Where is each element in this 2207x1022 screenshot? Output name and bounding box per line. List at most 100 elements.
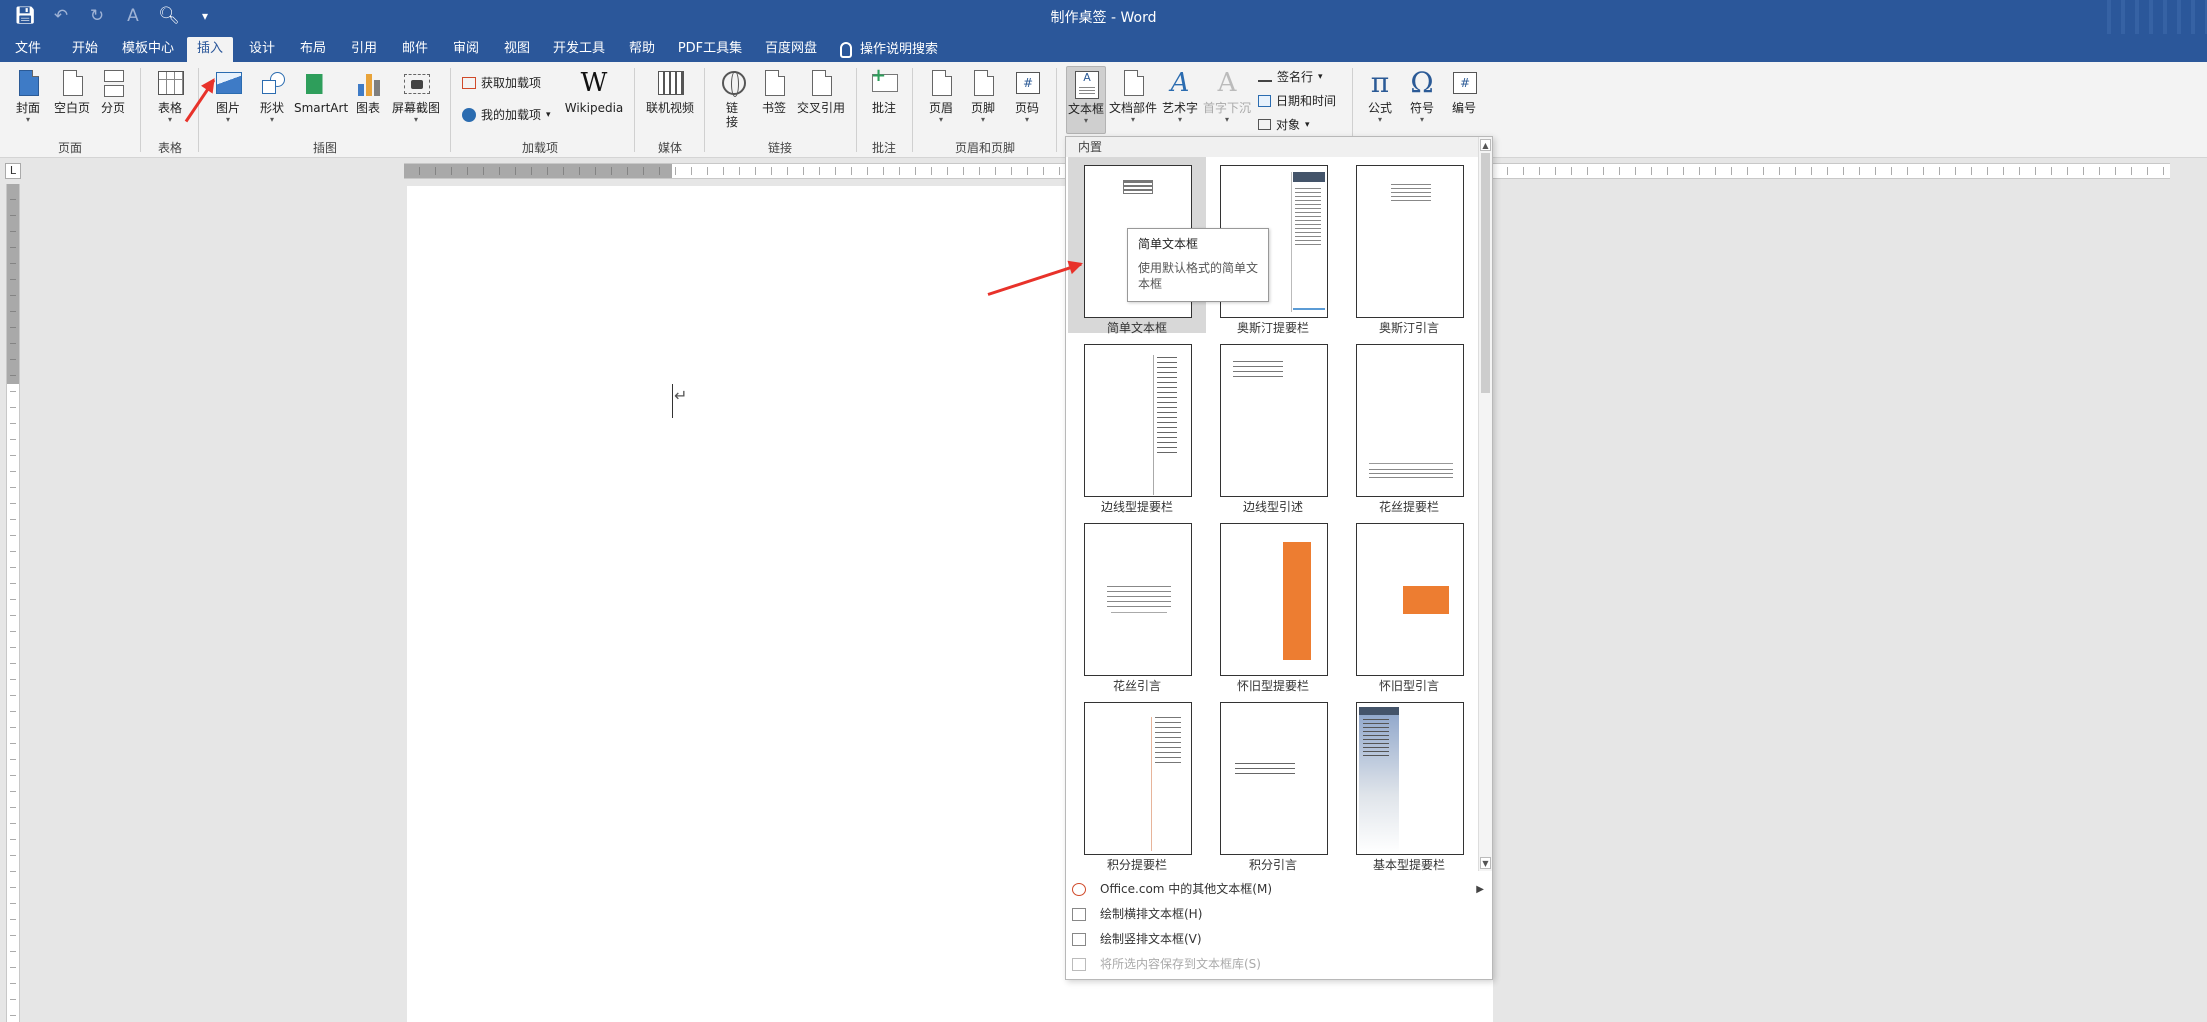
new-comment-button[interactable]: + 批注 [866, 67, 902, 115]
title-bar: 💾︎ ↶ ↻ A 🔍︎ ▾ 制作桌签 - Word [0, 0, 2207, 34]
gallery-item-filigree-quote[interactable]: 花丝引言 [1068, 515, 1206, 693]
numbering-button[interactable]: # 编号 [1446, 68, 1482, 115]
footer-button[interactable]: 页脚 ▾ [964, 68, 1002, 124]
blank-page-button[interactable]: 空白页 [50, 68, 94, 115]
drop-cap-icon: A [1217, 68, 1237, 98]
wordart-icon: A [1170, 68, 1190, 98]
drop-cap-button: A 首字下沉 ▾ [1202, 68, 1251, 124]
gallery-item-integral-quote[interactable]: 积分引言 [1204, 694, 1342, 872]
tab-developer[interactable]: 开发工具 [547, 37, 611, 62]
gallery-item-retro-sidebar[interactable]: 怀旧型提要栏 [1204, 515, 1342, 693]
tab-layout[interactable]: 布局 [291, 37, 335, 62]
store-icon [462, 76, 476, 89]
gallery-item-austin-quote[interactable]: 奥斯汀引言 [1340, 157, 1478, 335]
tab-design[interactable]: 设计 [240, 37, 284, 62]
chart-button[interactable]: 图表 [352, 68, 384, 115]
gallery-scrollbar[interactable]: ▲ ▼ [1478, 137, 1492, 871]
group-illustrations: 插图 [312, 141, 337, 155]
submenu-arrow-icon: ▶ [1476, 884, 1484, 895]
page-break-icon [104, 70, 124, 82]
vertical-textbox-icon [1072, 933, 1086, 946]
signature-line-button[interactable]: 签名行 ▾ [1258, 68, 1323, 85]
smartart-button[interactable]: SmartArt [294, 68, 348, 115]
date-time-button[interactable]: 日期和时间 [1258, 92, 1336, 109]
draw-vertical-textbox[interactable]: 绘制竖排文本框(V) [1066, 927, 1492, 952]
tab-file[interactable]: 文件 [8, 37, 48, 62]
symbol-button[interactable]: Ω 符号 ▾ [1404, 66, 1440, 125]
quick-parts-button[interactable]: 文档部件 ▾ [1108, 68, 1158, 124]
omega-icon: Ω [1410, 66, 1434, 99]
link-button[interactable]: 链 接 [714, 68, 750, 129]
cover-page-button[interactable]: 封面 ▾ [10, 68, 46, 124]
object-icon [1258, 119, 1271, 130]
online-video-button[interactable]: 联机视频 [644, 68, 696, 115]
get-addins-button[interactable]: 获取加载项 [462, 74, 541, 91]
tab-selector[interactable]: L [5, 163, 21, 179]
cover-page-icon [19, 70, 39, 96]
picture-icon [216, 72, 242, 94]
more-textboxes-office-com[interactable]: Office.com 中的其他文本框(M) ▶ [1066, 877, 1492, 902]
lightbulb-icon [840, 41, 852, 58]
ribbon-tabs: 文件 开始 模板中心 插入 设计 布局 引用 邮件 审阅 视图 开发工具 帮助 … [0, 34, 2207, 62]
gallery-item-filigree-sidebar[interactable]: 花丝提要栏 [1340, 336, 1478, 514]
save-selection-icon [1072, 958, 1086, 971]
tab-help[interactable]: 帮助 [618, 37, 666, 62]
gallery-item-integral-sidebar[interactable]: 积分提要栏 [1068, 694, 1206, 872]
tell-me-search[interactable]: 操作说明搜索 [840, 37, 938, 62]
calendar-icon [1258, 94, 1271, 107]
scroll-up-icon[interactable]: ▲ [1480, 139, 1491, 151]
header-button[interactable]: 页眉 ▾ [922, 68, 960, 124]
draw-horizontal-textbox[interactable]: 绘制横排文本框(H) [1066, 902, 1492, 927]
tab-pdf-tools[interactable]: PDF工具集 [674, 37, 746, 62]
quick-parts-icon [1124, 70, 1144, 96]
equation-button[interactable]: π 公式 ▾ [1362, 66, 1398, 125]
textbox-button[interactable]: A 文本框 ▾ [1066, 66, 1106, 134]
online-video-icon [658, 71, 684, 95]
tab-references[interactable]: 引用 [342, 37, 386, 62]
page-break-button[interactable]: 分页 [96, 68, 130, 115]
shapes-button[interactable]: 形状 ▾ [252, 68, 292, 124]
gallery-item-retro-quote[interactable]: 怀旧型引言 [1340, 515, 1478, 693]
numbering-icon: # [1453, 72, 1477, 94]
wikipedia-icon: W [580, 68, 608, 98]
page-number-button[interactable]: # 页码 ▾ [1008, 68, 1046, 124]
wordart-button[interactable]: A 艺术字 ▾ [1160, 68, 1200, 124]
scroll-thumb[interactable] [1481, 153, 1490, 393]
text-cursor [672, 384, 673, 418]
gallery-item-basic-sidebar[interactable]: 基本型提要栏 [1340, 694, 1478, 872]
smartart-icon [306, 74, 336, 94]
paragraph-mark: ↵ [674, 386, 688, 405]
scroll-down-icon[interactable]: ▼ [1480, 857, 1491, 869]
gallery-item-sideline-sidebar[interactable]: 边线型提要栏 [1068, 336, 1206, 514]
picture-button[interactable]: 图片 ▾ [208, 68, 248, 124]
office-com-icon [1072, 883, 1086, 896]
tab-view[interactable]: 视图 [495, 37, 539, 62]
chart-icon [358, 72, 380, 96]
cross-reference-button[interactable]: 交叉引用 [796, 68, 846, 115]
vertical-ruler[interactable] [6, 184, 20, 1022]
group-addins: 加载项 [521, 141, 558, 155]
window-title: 制作桌签 - Word [1050, 10, 1157, 26]
tab-insert[interactable]: 插入 [187, 37, 233, 62]
wikipedia-button[interactable]: W Wikipedia [562, 68, 626, 115]
bookmark-icon [765, 70, 785, 96]
screenshot-button[interactable]: 屏幕截图 ▾ [390, 68, 442, 124]
group-header-footer: 页眉和页脚 [954, 141, 1015, 155]
tab-baidu-netdisk[interactable]: 百度网盘 [754, 37, 828, 62]
gallery-commands: Office.com 中的其他文本框(M) ▶ 绘制横排文本框(H) 绘制竖排文… [1066, 877, 1492, 977]
title-decoration [2097, 0, 2207, 34]
group-media: 媒体 [657, 141, 682, 155]
my-addins-button[interactable]: 我的加载项 ▾ [462, 106, 551, 123]
table-button[interactable]: 表格 ▾ [150, 68, 190, 124]
pi-icon: π [1370, 66, 1390, 99]
tell-me-label: 操作说明搜索 [860, 41, 939, 57]
bookmark-button[interactable]: 书签 [756, 68, 792, 115]
tab-mailings[interactable]: 邮件 [393, 37, 437, 62]
header-icon [932, 70, 952, 96]
tab-home[interactable]: 开始 [63, 37, 107, 62]
gallery-item-sideline-quote[interactable]: 边线型引述 [1204, 336, 1342, 514]
tab-template-center[interactable]: 模板中心 [116, 37, 180, 62]
object-button[interactable]: 对象 ▾ [1258, 116, 1310, 133]
tab-review[interactable]: 审阅 [444, 37, 488, 62]
textbox-icon: A [1075, 71, 1099, 99]
